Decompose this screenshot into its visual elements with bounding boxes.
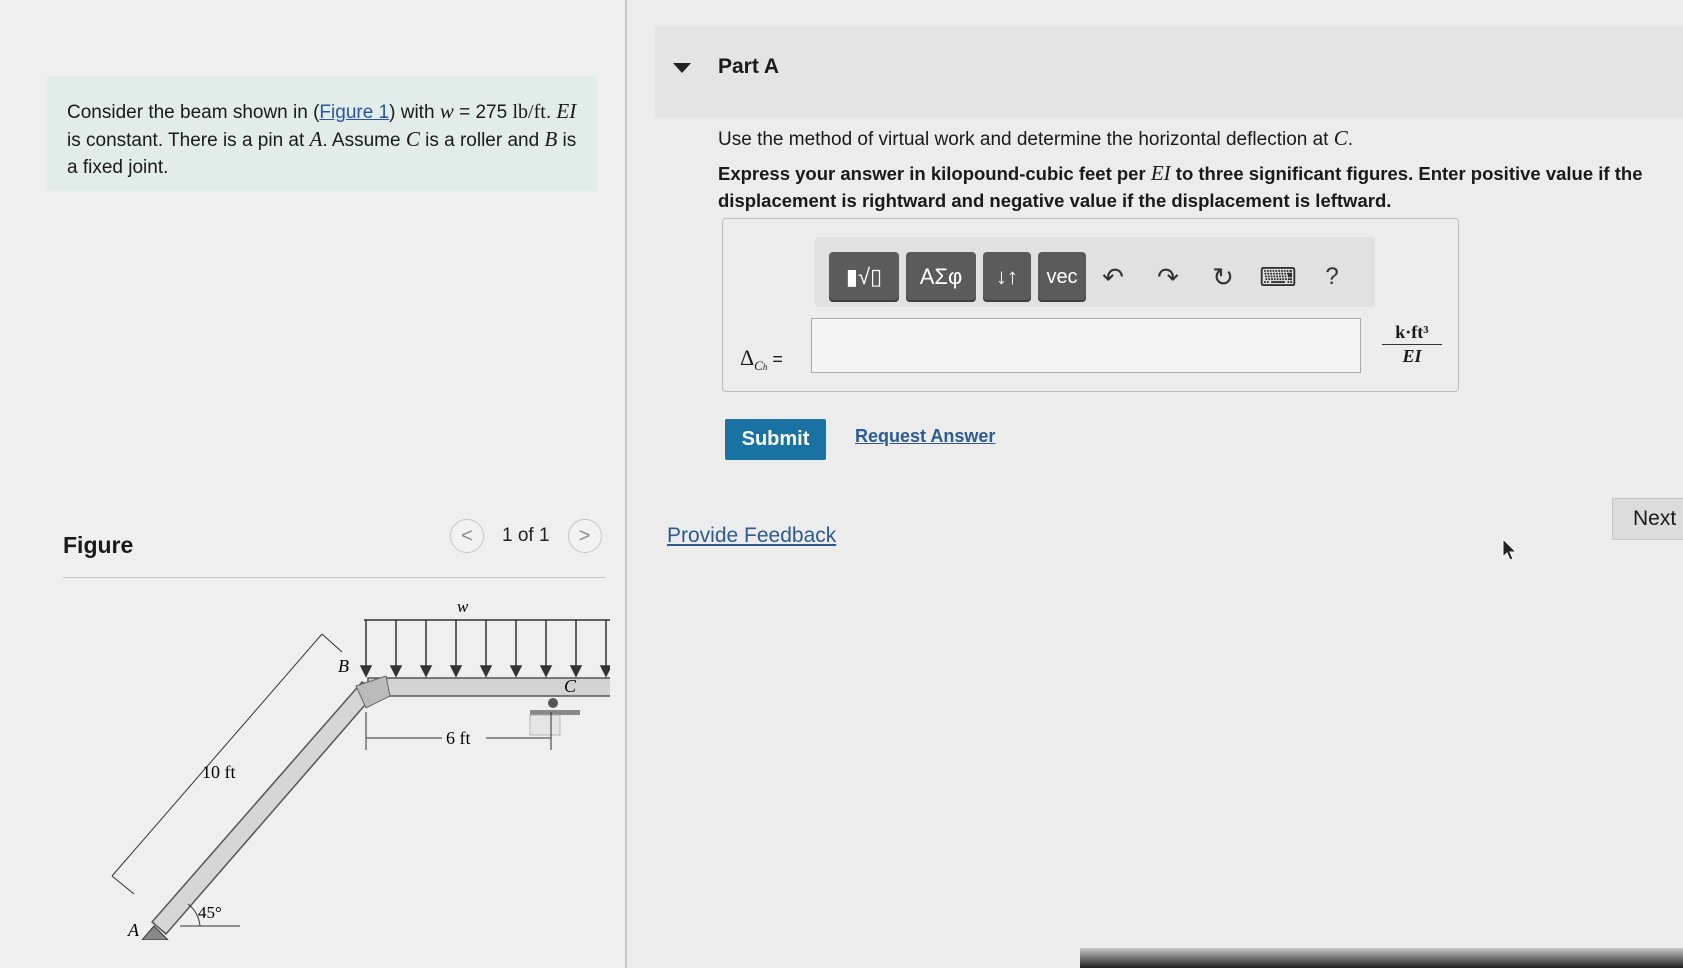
figure-count: 1 of 1 [502,525,550,546]
request-answer-link[interactable]: Request Answer [855,426,995,447]
var-c: C [405,127,420,151]
caret-down-icon[interactable] [673,63,691,73]
problem-text: . [545,102,557,123]
label-a: A [127,920,140,940]
figure-title: Figure [63,532,134,558]
problem-text: is constant. There is a pin at [67,130,310,151]
var-b: B [544,127,558,151]
undo-icon: ↶ [1102,261,1124,292]
figure-prev-button[interactable]: < [450,519,484,553]
vector-button[interactable]: vec [1038,252,1086,302]
instruction-text: Use the method of virtual work and deter… [718,129,1334,150]
equals-sign: = [767,349,783,369]
keyboard-button[interactable]: ⌨ [1258,256,1298,298]
answer-units: k·ft³ EI [1382,322,1442,367]
var-ei: EI [556,99,577,123]
var-c: C [1333,126,1348,150]
part-title[interactable]: Part A [718,55,779,79]
part-header[interactable] [655,26,1683,118]
problem-text: ) with [389,102,440,123]
chevron-right-icon: > [578,524,591,547]
help-button[interactable]: ? [1312,256,1352,298]
label-c: C [564,676,577,696]
greek-icon: ΑΣφ [919,264,963,289]
arrows-icon: ↓↑ [996,264,1018,289]
vec-icon: vec [1046,265,1078,288]
undo-button[interactable]: ↶ [1093,256,1133,298]
keyboard-icon: ⌨ [1259,261,1297,292]
figure-divider [63,577,605,578]
help-icon: ? [1325,263,1339,290]
figure-nav: < 1 of 1 > [450,518,602,554]
next-button[interactable]: Next [1612,498,1683,540]
answer-format-instruction: Express your answer in kilopound-cubic f… [718,160,1678,214]
express-text: Express your answer in kilopound-cubic f… [718,163,1151,184]
problem-text: is a roller and [419,130,545,151]
answer-input[interactable] [811,318,1361,373]
redo-icon: ↷ [1157,261,1179,292]
submit-button[interactable]: Submit [725,419,826,460]
figure-next-button[interactable]: > [567,519,602,553]
provide-feedback-link[interactable]: Provide Feedback [667,524,836,548]
redo-button[interactable]: ↷ [1148,256,1188,298]
reset-icon: ↻ [1212,261,1234,292]
problem-text: . Assume [322,130,406,151]
var-w: w [439,99,454,123]
label-6ft: 6 ft [446,728,471,748]
label-b: B [338,656,349,676]
var-ei: EI [1150,161,1171,185]
templates-icon: ▮√▯ [845,264,883,289]
chevron-left-icon: < [461,524,473,547]
part-instruction: Use the method of virtual work and deter… [718,126,1618,151]
bottom-shadow [1080,948,1683,968]
distributed-load-arrows [359,620,610,678]
subscript-c: C [754,358,763,374]
greek-symbols-button[interactable]: ΑΣφ [906,252,976,302]
delta-symbol: Δ [740,345,755,370]
unit-text: lb/ft [512,101,546,123]
templates-button[interactable]: ▮√▯ [829,252,899,302]
reset-button[interactable]: ↻ [1203,256,1243,298]
problem-text: Consider the beam shown in ( [67,102,320,123]
answer-label: ΔCh = [740,345,783,374]
mouse-cursor-icon [1502,538,1518,561]
problem-statement: Consider the beam shown in (Figure 1) wi… [47,76,597,191]
inclined-member [150,681,380,936]
roller-c [548,698,558,708]
arrows-button[interactable]: ↓↑ [983,252,1031,302]
var-a: A [309,127,323,151]
label-10ft: 10 ft [202,762,236,782]
beam-figure: w C B 6 ft 10 ft 45° A [111,600,610,940]
problem-text: = 275 [453,102,508,123]
answer-subscript: Ch [754,358,767,373]
label-angle: 45° [198,903,222,922]
units-denominator: EI [1402,346,1422,366]
instruction-text: . [1347,129,1354,150]
units-numerator: k·ft³ [1382,322,1442,345]
figure-link[interactable]: Figure 1 [319,102,389,123]
label-w: w [457,600,469,616]
